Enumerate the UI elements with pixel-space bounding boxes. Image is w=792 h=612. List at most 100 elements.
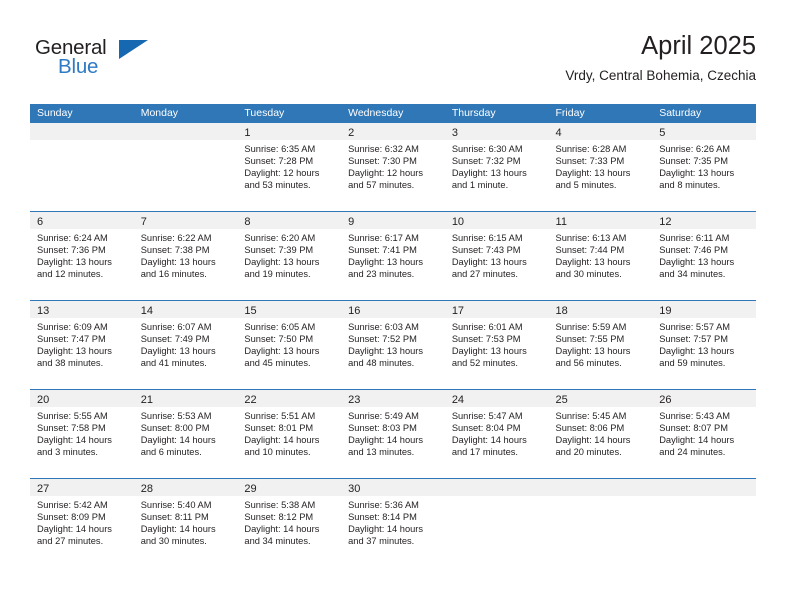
sunrise-text: Sunrise: 6:17 AM [348,233,419,243]
daylight-text: Daylight: 14 hours and 13 minutes. [348,435,424,458]
day-number-band: 13 [30,301,134,318]
day-cell-10[interactable]: 10 Sunrise: 6:15 AM Sunset: 7:43 PM Dayligh… [444,212,549,300]
day-cell-8[interactable]: 8 Sunrise: 6:20 AM Sunset: 7:39 PM Daylight… [237,212,342,300]
sunrise-text: Sunrise: 6:11 AM [659,233,730,243]
day-cell-27[interactable]: 27 Sunrise: 5:42 AM Sunset: 8:09 PM Dayligh… [30,479,134,567]
sunset-text: Sunset: 7:58 PM [37,423,106,434]
day-info: Sunrise: 5:53 AM Sunset: 8:00 PM Daylight:… [134,407,238,458]
day-info: Sunrise: 6:17 AM Sunset: 7:41 PM Daylight:… [341,229,445,280]
day-cell-14[interactable]: 14 Sunrise: 6:07 AM Sunset: 7:49 PM Dayligh… [133,301,238,389]
day-number: 24 [451,394,465,406]
sunrise-text: Sunrise: 6:26 AM [659,144,731,154]
day-number-band: 20 [30,390,134,407]
weekday-header-sunday: Sunday [37,107,73,119]
sunrise-text: Sunrise: 6:13 AM [555,233,627,243]
day-number-band [652,479,756,496]
weekday-header-thursday: Thursday [451,107,496,119]
day-cell-9[interactable]: 9 Sunrise: 6:17 AM Sunset: 7:41 PM Daylight… [341,212,445,300]
day-cell-4[interactable]: 4 Sunrise: 6:28 AM Sunset: 7:33 PM Daylight… [548,123,653,211]
daylight-text: Daylight: 13 hours and 8 minutes. [659,168,735,191]
sunset-text: Sunset: 7:28 PM [244,156,314,167]
day-number: 6 [37,216,44,228]
day-number-band: 22 [237,390,342,407]
day-cell-20[interactable]: 20 Sunrise: 5:55 AM Sunset: 7:58 PM Dayligh… [30,390,134,478]
generalblue-logo[interactable]: General Blue [35,36,165,82]
day-number-band: 12 [652,212,756,229]
sunrise-text: Sunrise: 5:38 AM [244,500,316,510]
daylight-text: Daylight: 13 hours and 38 minutes. [37,346,112,369]
day-cell-13[interactable]: 13 Sunrise: 6:09 AM Sunset: 7:47 PM Dayligh… [30,301,134,389]
day-info: Sunrise: 6:09 AM Sunset: 7:47 PM Daylight:… [30,318,134,369]
day-cell-21[interactable]: 21 Sunrise: 5:53 AM Sunset: 8:00 PM Dayligh… [133,390,238,478]
day-number: 29 [244,483,257,495]
sunrise-sunset-calendar: Sunday Monday Tuesday Wednesday Thursday Frid… [30,104,756,567]
day-number-band: 14 [133,301,238,318]
day-cell-30[interactable]: 30 Sunrise: 5:36 AM Sunset: 8:14 PM Dayligh… [341,479,445,567]
day-info: Sunrise: 5:45 AM Sunset: 8:06 PM Daylight:… [549,407,653,458]
day-cell-3[interactable]: 3 Sunrise: 6:30 AM Sunset: 7:32 PM Daylight… [444,123,549,211]
day-number: 5 [659,127,666,139]
day-cell-2[interactable]: 2 Sunrise: 6:32 AM Sunset: 7:30 PM Daylight… [341,123,445,211]
day-cell-5[interactable]: 5 Sunrise: 6:26 AM Sunset: 7:35 PM Daylight… [652,123,756,211]
day-info: Sunrise: 5:57 AM Sunset: 7:57 PM Daylight:… [652,318,756,369]
day-info: Sunrise: 6:13 AM Sunset: 7:44 PM Daylight:… [549,229,653,280]
day-info: Sunrise: 6:05 AM Sunset: 7:50 PM Daylight:… [237,318,341,369]
day-cell-24[interactable]: 24 Sunrise: 5:47 AM Sunset: 8:04 PM Dayligh… [444,390,549,478]
day-cell-6[interactable]: 6 Sunrise: 6:24 AM Sunset: 7:36 PM Daylight… [30,212,134,300]
sunset-text: Sunset: 7:46 PM [659,245,728,256]
day-cell-28[interactable]: 28 Sunrise: 5:40 AM Sunset: 8:11 PM Dayligh… [133,479,238,567]
day-number-band: 8 [237,212,342,229]
sunrise-text: Sunrise: 6:03 AM [348,322,419,332]
day-number-band: 9 [341,212,445,229]
sunset-text: Sunset: 8:09 PM [37,512,106,523]
calendar-weeks: 1 Sunrise: 6:35 AM Sunset: 7:28 PM Daylight… [30,123,756,567]
sunset-text: Sunset: 7:32 PM [451,156,521,167]
day-number: 10 [451,216,465,228]
weekday-header-row: Sunday Monday Tuesday Wednesday Thursday Frid… [30,104,756,123]
day-number-band: 29 [237,479,342,496]
sunrise-text: Sunrise: 6:32 AM [348,144,419,154]
day-number: 2 [348,127,355,139]
day-cell-11[interactable]: 11 Sunrise: 6:13 AM Sunset: 7:44 PM Dayligh… [548,212,653,300]
day-cell-22[interactable]: 22 Sunrise: 5:51 AM Sunset: 8:01 PM Dayligh… [237,390,342,478]
day-cell-25[interactable]: 25 Sunrise: 5:45 AM Sunset: 8:06 PM Dayligh… [548,390,653,478]
sunrise-text: Sunrise: 6:35 AM [244,144,316,154]
sunrise-text: Sunrise: 5:53 AM [140,411,212,421]
day-cell-29[interactable]: 29 Sunrise: 5:38 AM Sunset: 8:12 PM Dayligh… [237,479,342,567]
day-cell-19[interactable]: 19 Sunrise: 5:57 AM Sunset: 7:57 PM Dayligh… [652,301,756,389]
day-cell-18[interactable]: 18 Sunrise: 5:59 AM Sunset: 7:55 PM Dayligh… [548,301,653,389]
day-info: Sunrise: 5:55 AM Sunset: 7:58 PM Daylight:… [30,407,134,458]
day-info: Sunrise: 6:22 AM Sunset: 7:38 PM Daylight:… [134,229,238,280]
day-number-band: 23 [341,390,445,407]
day-number: 26 [659,394,672,406]
day-number-band: 4 [548,123,653,140]
day-number-band: 28 [133,479,238,496]
weekday-header-saturday: Saturday [659,107,702,119]
daylight-text: Daylight: 12 hours and 53 minutes. [244,168,320,191]
sunrise-text: Sunrise: 5:59 AM [555,322,627,332]
sunset-text: Sunset: 7:49 PM [140,334,210,345]
sunrise-text: Sunrise: 5:42 AM [37,500,108,510]
day-number: 9 [348,216,355,228]
day-cell-12[interactable]: 12 Sunrise: 6:11 AM Sunset: 7:46 PM Dayligh… [652,212,756,300]
day-cell-1[interactable]: 1 Sunrise: 6:35 AM Sunset: 7:28 PM Daylight… [237,123,342,211]
day-number: 13 [37,305,50,317]
daylight-text: Daylight: 14 hours and 27 minutes. [37,524,112,547]
day-number-band: 3 [444,123,549,140]
sunset-text: Sunset: 7:53 PM [451,334,521,345]
sunset-text: Sunset: 8:06 PM [555,423,625,434]
daylight-text: Daylight: 13 hours and 1 minute. [451,168,527,191]
sunset-text: Sunset: 7:35 PM [659,156,728,167]
day-number-band: 25 [548,390,653,407]
day-cell-26[interactable]: 26 Sunrise: 5:43 AM Sunset: 8:07 PM Dayligh… [652,390,756,478]
calendar-week-row: 13 Sunrise: 6:09 AM Sunset: 7:47 PM Dayligh… [30,300,756,389]
day-cell-15[interactable]: 15 Sunrise: 6:05 AM Sunset: 7:50 PM Dayligh… [237,301,342,389]
daylight-text: Daylight: 14 hours and 17 minutes. [451,435,527,458]
day-cell-23[interactable]: 23 Sunrise: 5:49 AM Sunset: 8:03 PM Dayligh… [341,390,445,478]
day-info: Sunrise: 6:24 AM Sunset: 7:36 PM Daylight:… [30,229,134,280]
day-cell-17[interactable]: 17 Sunrise: 6:01 AM Sunset: 7:53 PM Dayligh… [444,301,549,389]
day-cell-7[interactable]: 7 Sunrise: 6:22 AM Sunset: 7:38 PM Daylight… [133,212,238,300]
day-cell-16[interactable]: 16 Sunrise: 6:03 AM Sunset: 7:52 PM Dayligh… [341,301,445,389]
day-info: Sunrise: 5:51 AM Sunset: 8:01 PM Daylight:… [237,407,341,458]
sunset-text: Sunset: 7:50 PM [244,334,314,345]
